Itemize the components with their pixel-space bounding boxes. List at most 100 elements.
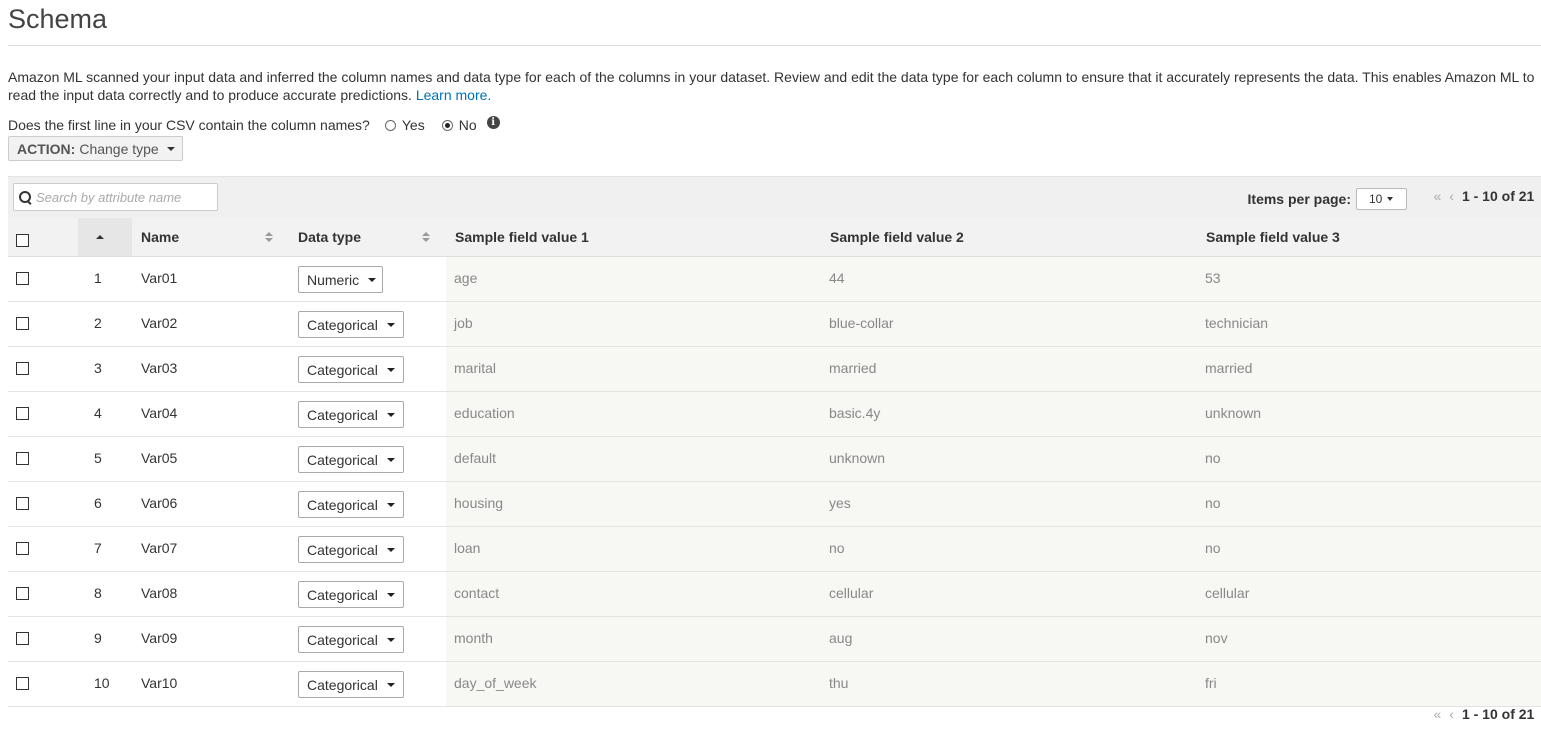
data-type-value: Categorical [307,676,378,693]
data-type-select[interactable]: Categorical [298,671,404,698]
first-page-button[interactable]: « [1433,188,1441,204]
sample-value-2: cellular [829,585,874,601]
sample-value-3: cellular [1205,585,1250,601]
header-sample-1: Sample field value 1 [455,229,589,245]
row-checkbox[interactable] [16,362,29,375]
sample-value-2: 44 [829,270,845,286]
schema-table: Name Data type Sample field value 1 Samp… [8,218,1541,707]
chevron-down-icon [386,547,395,552]
header-sample-2: Sample field value 2 [830,229,964,245]
table-row: 6 Var06 Categorical housing yes no [8,482,1541,527]
row-name: Var03 [141,360,178,376]
sort-icon[interactable] [265,232,273,244]
index-sort-header[interactable] [78,218,132,256]
description-line-2-text: read the input data correctly and to pro… [8,87,412,103]
row-index: 2 [94,315,102,331]
chevron-down-icon [368,277,377,282]
data-type-select[interactable]: Categorical [298,311,404,338]
table-row: 4 Var04 Categorical education basic.4y unknow… [8,392,1541,437]
sort-icon[interactable] [422,232,430,244]
samples-background [446,392,1541,436]
data-type-select[interactable]: Numeric [298,266,383,293]
row-index: 9 [94,630,102,646]
table-row: 3 Var03 Categorical marital married married [8,347,1541,392]
table-row: 8 Var08 Categorical contact cellular cellular [8,572,1541,617]
row-checkbox[interactable] [16,677,29,690]
row-checkbox[interactable] [16,452,29,465]
radio-yes-circle[interactable] [384,119,396,131]
pager-top: « ‹ 1 - 10 of 21 › [1433,188,1541,204]
select-all-checkbox[interactable] [16,234,29,247]
table-body: 1 Var01 Numeric age 44 53 2 Var02 Categorical job… [8,257,1541,707]
row-checkbox[interactable] [16,407,29,420]
samples-background [446,527,1541,571]
chevron-down-icon [386,682,395,687]
items-per-page-select[interactable]: 10 [1356,188,1407,210]
info-icon[interactable]: i [486,115,500,129]
row-name: Var01 [141,270,178,286]
pager-bottom: « ‹ 1 - 10 of 21 › [1433,706,1541,722]
samples-background [446,617,1541,661]
sample-value-3: nov [1205,630,1228,646]
learn-more-link[interactable]: Learn more. [416,87,491,103]
sample-value-2: yes [829,495,851,511]
pager-range: 1 - 10 of 21 [1461,706,1535,722]
row-name: Var02 [141,315,178,331]
data-type-value: Categorical [307,451,378,468]
data-type-select[interactable]: Categorical [298,356,404,383]
row-name: Var07 [141,540,178,556]
row-checkbox[interactable] [16,317,29,330]
sample-value-1: housing [454,495,504,511]
data-type-value: Categorical [307,631,378,648]
header-data-type[interactable]: Data type [298,218,361,256]
csv-question-label: Does the first line in your CSV contain … [8,117,370,133]
data-type-value: Categorical [307,316,378,333]
items-per-page-label: Items per page: [1247,191,1351,207]
samples-background [446,482,1541,526]
sample-value-3: married [1205,360,1253,376]
chevron-down-icon [386,322,395,327]
prev-page-button[interactable]: ‹ [1449,706,1454,722]
search-box[interactable] [13,183,218,211]
row-checkbox[interactable] [16,632,29,645]
data-type-select[interactable]: Categorical [298,446,404,473]
table-row: 5 Var05 Categorical default unknown no [8,437,1541,482]
row-checkbox[interactable] [16,587,29,600]
sample-value-3: no [1205,540,1221,556]
sample-value-3: 53 [1205,270,1221,286]
row-name: Var04 [141,405,178,421]
radio-no[interactable]: No [441,117,477,133]
sample-value-3: no [1205,450,1221,466]
data-type-select[interactable]: Categorical [298,491,404,518]
row-checkbox[interactable] [16,272,29,285]
row-checkbox[interactable] [16,497,29,510]
row-index: 1 [94,270,102,286]
samples-background [446,437,1541,481]
action-change-type-button[interactable]: ACTION: Change type [8,136,183,161]
table-toolbar: Items per page: 10 « ‹ 1 - 10 of 21 › [8,176,1541,219]
sample-value-2: unknown [829,450,886,466]
sample-value-2: aug [829,630,853,646]
radio-yes[interactable]: Yes [384,117,425,133]
data-type-select[interactable]: Categorical [298,626,404,653]
data-type-select[interactable]: Categorical [298,401,404,428]
sample-value-1: day_of_week [454,675,537,691]
sort-asc-icon [96,235,104,239]
pager-range: 1 - 10 of 21 [1461,188,1535,204]
sample-value-1: age [454,270,478,286]
samples-background [446,662,1541,706]
header-name[interactable]: Name [141,218,179,256]
samples-background [446,347,1541,391]
table-row: 7 Var07 Categorical loan no no [8,527,1541,572]
data-type-select[interactable]: Categorical [298,581,404,608]
prev-page-button[interactable]: ‹ [1449,188,1454,204]
data-type-select[interactable]: Categorical [298,536,404,563]
row-checkbox[interactable] [16,542,29,555]
table-row: 1 Var01 Numeric age 44 53 [8,257,1541,302]
row-index: 3 [94,360,102,376]
table-row: 9 Var09 Categorical month aug nov [8,617,1541,662]
row-name: Var05 [141,450,178,466]
first-page-button[interactable]: « [1433,706,1441,722]
radio-no-circle[interactable] [441,119,453,131]
search-input[interactable] [32,189,211,205]
